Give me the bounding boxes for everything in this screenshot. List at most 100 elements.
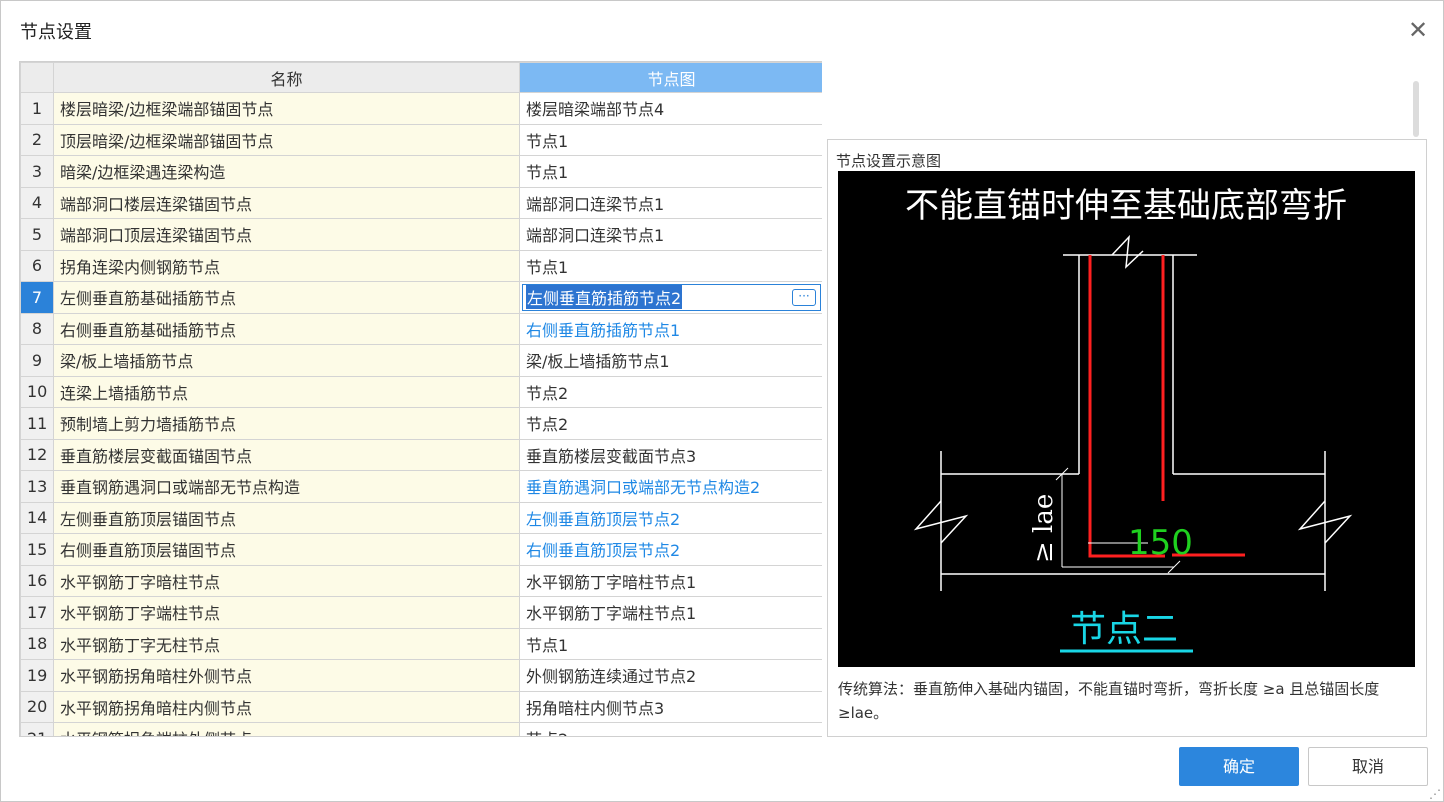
row-index[interactable]: 6 (20, 249, 54, 282)
row-node-cell[interactable]: 左侧垂直筋插筋节点2 ··· (519, 281, 822, 314)
table-row[interactable]: 9 梁/板上墙插筋节点 梁/板上墙插筋节点1 (20, 344, 822, 377)
row-name-cell[interactable]: 端部洞口顶层连梁锚固节点 (53, 218, 520, 251)
row-index[interactable]: 4 (20, 186, 54, 219)
row-index[interactable]: 10 (20, 375, 54, 408)
row-index[interactable]: 19 (20, 659, 54, 692)
row-node-cell[interactable]: 节点2 (519, 407, 822, 440)
row-index[interactable]: 9 (20, 344, 54, 377)
table-row[interactable]: 19 水平钢筋拐角暗柱外侧节点 外侧钢筋连续通过节点2 (20, 659, 822, 692)
row-node-cell[interactable]: 节点2 (519, 375, 822, 408)
row-name-cell[interactable]: 左侧垂直筋基础插筋节点 (53, 281, 520, 314)
row-name-cell[interactable]: 预制墙上剪力墙插筋节点 (53, 407, 520, 440)
row-index[interactable]: 14 (20, 501, 54, 534)
row-name-cell[interactable]: 拐角连梁内侧钢筋节点 (53, 249, 520, 282)
row-node-cell[interactable]: 端部洞口连梁节点1 (519, 186, 822, 219)
table-row[interactable]: 16 水平钢筋丁字暗柱节点 水平钢筋丁字暗柱节点1 (20, 564, 822, 597)
more-options-icon[interactable]: ··· (792, 288, 816, 306)
row-name-cell[interactable]: 水平钢筋丁字端柱节点 (53, 596, 520, 629)
row-node-cell[interactable]: 拐角暗柱内侧节点3 (519, 690, 822, 723)
row-node-cell[interactable]: 节点1 (519, 123, 822, 156)
row-index[interactable]: 17 (20, 596, 54, 629)
table-row[interactable]: 15 右侧垂直筋顶层锚固节点 右侧垂直筋顶层节点2 (20, 533, 822, 566)
table-row[interactable]: 1 楼层暗梁/边框梁端部锚固节点 楼层暗梁端部节点4 (20, 92, 822, 125)
row-node-cell[interactable]: 右侧垂直筋顶层节点2 (519, 533, 822, 566)
row-index[interactable]: 20 (20, 690, 54, 723)
close-icon[interactable]: ✕ (1403, 15, 1433, 45)
row-name-cell[interactable]: 水平钢筋丁字无柱节点 (53, 627, 520, 660)
row-name-cell[interactable]: 顶层暗梁/边框梁端部锚固节点 (53, 123, 520, 156)
table-row[interactable]: 6 拐角连梁内侧钢筋节点 节点1 (20, 249, 822, 282)
table-row[interactable]: 4 端部洞口楼层连梁锚固节点 端部洞口连梁节点1 (20, 186, 822, 219)
row-index[interactable]: 16 (20, 564, 54, 597)
row-index[interactable]: 1 (20, 92, 54, 125)
row-name-cell[interactable]: 右侧垂直筋基础插筋节点 (53, 312, 520, 345)
row-name-cell[interactable]: 楼层暗梁/边框梁端部锚固节点 (53, 92, 520, 125)
row-name-cell[interactable]: 右侧垂直筋顶层锚固节点 (53, 533, 520, 566)
row-name-cell[interactable]: 连梁上墙插筋节点 (53, 375, 520, 408)
row-index[interactable]: 8 (20, 312, 54, 345)
header-name[interactable]: 名称 (53, 62, 520, 93)
table-row[interactable]: 20 水平钢筋拐角暗柱内侧节点 拐角暗柱内侧节点3 (20, 690, 822, 723)
table-row[interactable]: 8 右侧垂直筋基础插筋节点 右侧垂直筋插筋节点1 (20, 312, 822, 345)
row-index[interactable]: 21 (20, 722, 54, 736)
row-node-cell[interactable]: 节点2 (519, 722, 822, 736)
row-node-cell[interactable]: 楼层暗梁端部节点4 (519, 92, 822, 125)
table-row[interactable]: 17 水平钢筋丁字端柱节点 水平钢筋丁字端柱节点1 (20, 596, 822, 629)
row-name-cell[interactable]: 水平钢筋拐角端柱外侧节点 (53, 722, 520, 736)
row-node-cell[interactable]: 垂直筋遇洞口或端部无节点构造2 (519, 470, 822, 503)
row-index[interactable]: 2 (20, 123, 54, 156)
bend-length-label: 150 (1128, 523, 1193, 563)
header-node-diagram[interactable]: 节点图 (519, 62, 822, 93)
row-index[interactable]: 7 (20, 281, 54, 314)
resize-grip-icon[interactable]: ⋰ (1429, 787, 1441, 801)
row-node-cell[interactable]: 梁/板上墙插筋节点1 (519, 344, 822, 377)
row-name-cell[interactable]: 垂直筋楼层变截面锚固节点 (53, 438, 520, 471)
table-row[interactable]: 18 水平钢筋丁字无柱节点 节点1 (20, 627, 822, 660)
table-row[interactable]: 14 左侧垂直筋顶层锚固节点 左侧垂直筋顶层节点2 (20, 501, 822, 534)
row-node-cell[interactable]: 节点1 (519, 627, 822, 660)
row-node-cell[interactable]: 垂直筋楼层变截面节点3 (519, 438, 822, 471)
row-name-cell[interactable]: 暗梁/边框梁遇连梁构造 (53, 155, 520, 188)
row-name-cell[interactable]: 端部洞口楼层连梁锚固节点 (53, 186, 520, 219)
row-name-cell[interactable]: 梁/板上墙插筋节点 (53, 344, 520, 377)
cancel-button[interactable]: 取消 (1308, 747, 1428, 786)
node-settings-dialog: 节点设置 ✕ 名称 节点图 1 楼层暗梁/边框梁端部锚固节点 楼层暗梁端部节点4 2 顶… (0, 0, 1444, 802)
table-row[interactable]: 21水平钢筋拐角端柱外侧节点节点2 (20, 722, 822, 736)
row-index[interactable]: 11 (20, 407, 54, 440)
row-node-cell[interactable]: 右侧垂直筋插筋节点1 (519, 312, 822, 345)
row-name-cell[interactable]: 水平钢筋丁字暗柱节点 (53, 564, 520, 597)
table-row[interactable]: 13 垂直钢筋遇洞口或端部无节点构造 垂直筋遇洞口或端部无节点构造2 (20, 470, 822, 503)
row-name-cell[interactable]: 水平钢筋拐角暗柱外侧节点 (53, 659, 520, 692)
row-index[interactable]: 5 (20, 218, 54, 251)
row-node-cell[interactable]: 外侧钢筋连续通过节点2 (519, 659, 822, 692)
row-node-cell[interactable]: 端部洞口连梁节点1 (519, 218, 822, 251)
row-index[interactable]: 15 (20, 533, 54, 566)
row-name-cell[interactable]: 水平钢筋拐角暗柱内侧节点 (53, 690, 520, 723)
row-index[interactable]: 18 (20, 627, 54, 660)
row-index[interactable]: 13 (20, 470, 54, 503)
table-row[interactable]: 5 端部洞口顶层连梁锚固节点 端部洞口连梁节点1 (20, 218, 822, 251)
row-node-cell[interactable]: 节点1 (519, 249, 822, 282)
table-row[interactable]: 7 左侧垂直筋基础插筋节点 左侧垂直筋插筋节点2 ··· (20, 281, 822, 314)
row-node-cell[interactable]: 水平钢筋丁字端柱节点1 (519, 596, 822, 629)
ok-button[interactable]: 确定 (1179, 747, 1299, 786)
vertical-scrollbar[interactable] (1413, 81, 1419, 137)
table-row[interactable]: 11 预制墙上剪力墙插筋节点 节点2 (20, 407, 822, 440)
row-index[interactable]: 12 (20, 438, 54, 471)
diagram-caption: 节点二 (1070, 609, 1178, 650)
node-edit-value: 左侧垂直筋插筋节点2 (526, 285, 683, 310)
node-diagram-image: 不能直锚时伸至基础底部弯折 ≥ lae 150 节点二 (838, 171, 1415, 667)
row-node-cell[interactable]: 水平钢筋丁字暗柱节点1 (519, 564, 822, 597)
row-node-cell[interactable]: 左侧垂直筋顶层节点2 (519, 501, 822, 534)
node-description: 传统算法：垂直筋伸入基础内锚固，不能直锚时弯折，弯折长度 ≥a 且总锚固长度 ≥… (838, 680, 1380, 722)
table-row[interactable]: 3 暗梁/边框梁遇连梁构造 节点1 (20, 155, 822, 188)
node-edit-field[interactable]: 左侧垂直筋插筋节点2 ··· (522, 283, 821, 311)
dialog-title: 节点设置 (20, 22, 92, 43)
table-row[interactable]: 2 顶层暗梁/边框梁端部锚固节点 节点1 (20, 123, 822, 156)
row-name-cell[interactable]: 垂直钢筋遇洞口或端部无节点构造 (53, 470, 520, 503)
row-name-cell[interactable]: 左侧垂直筋顶层锚固节点 (53, 501, 520, 534)
row-index[interactable]: 3 (20, 155, 54, 188)
row-node-cell[interactable]: 节点1 (519, 155, 822, 188)
table-row[interactable]: 10 连梁上墙插筋节点 节点2 (20, 375, 822, 408)
table-row[interactable]: 12 垂直筋楼层变截面锚固节点 垂直筋楼层变截面节点3 (20, 438, 822, 471)
